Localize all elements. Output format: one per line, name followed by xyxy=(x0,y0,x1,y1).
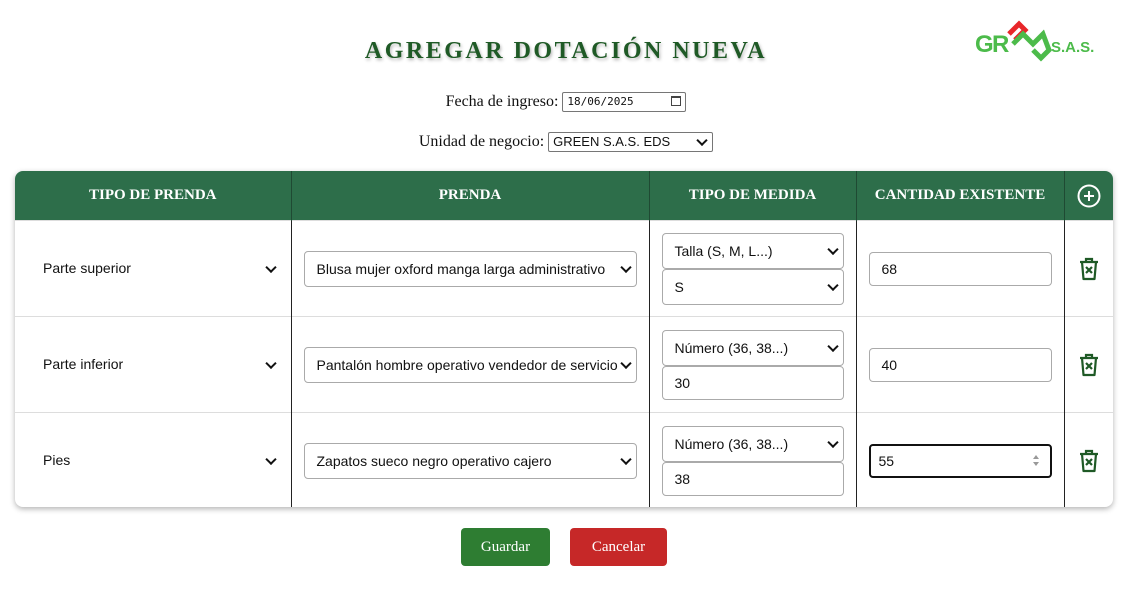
cancel-button[interactable]: Cancelar xyxy=(570,528,667,566)
unit-field-row: Unidad de negocio: GREEN S.A.S. EDS xyxy=(0,132,1132,152)
cell-medida: Talla (S, M, L...) S xyxy=(649,220,857,317)
chevron-down-icon xyxy=(826,340,839,352)
svg-text:R: R xyxy=(992,31,1009,58)
garment-select[interactable]: Pantalón hombre operativo vendedor de se… xyxy=(303,346,637,383)
cell-cantidad: 40 xyxy=(856,316,1065,413)
add-row-button[interactable] xyxy=(1064,171,1113,221)
unit-label: Unidad de negocio: xyxy=(418,132,545,150)
chevron-down-icon xyxy=(619,453,632,465)
trash-icon[interactable] xyxy=(1078,256,1100,282)
cell-medida: Número (36, 38...) 38 xyxy=(649,412,857,507)
date-label: Fecha de ingreso: xyxy=(445,92,559,110)
chevron-down-icon xyxy=(826,243,839,255)
cell-prenda: Zapatos sueco negro operativo cajero xyxy=(291,412,650,507)
cell-tipo: Pies xyxy=(15,412,292,507)
measure-type-select[interactable]: Número (36, 38...) xyxy=(661,425,844,462)
table-row: Pies Zapatos sueco negro operativo cajer… xyxy=(15,412,1113,507)
garment-type-select[interactable]: Pies xyxy=(15,442,281,479)
chevron-down-icon xyxy=(264,357,277,369)
cell-tipo: Parte inferior xyxy=(15,316,292,413)
trash-icon[interactable] xyxy=(1078,448,1100,474)
cell-medida: Número (36, 38...) 30 xyxy=(649,316,857,413)
garment-type-select[interactable]: Parte superior xyxy=(15,250,281,287)
column-header: CANTIDAD EXISTENTE xyxy=(856,171,1065,221)
cell-prenda: Pantalón hombre operativo vendedor de se… xyxy=(291,316,650,413)
chevron-down-icon xyxy=(264,261,277,273)
cell-tipo: Parte superior xyxy=(15,220,292,317)
quantity-input[interactable]: 55 xyxy=(868,443,1052,478)
dotacion-table: TIPO DE PRENDA PRENDA TIPO DE MEDIDA CAN… xyxy=(15,171,1113,507)
delete-row-button[interactable] xyxy=(1064,220,1113,317)
measure-type-select[interactable]: Número (36, 38...) xyxy=(661,329,844,366)
garment-type-select[interactable]: Parte inferior xyxy=(15,346,281,383)
measure-value-input[interactable]: 30 xyxy=(661,365,844,400)
chevron-down-icon xyxy=(826,279,839,291)
business-unit-select[interactable]: GREEN S.A.S. EDS xyxy=(548,132,714,152)
quantity-input[interactable]: 40 xyxy=(868,347,1052,382)
date-field-row: Fecha de ingreso: 18/06/2025 xyxy=(0,92,1132,112)
cell-cantidad: 68 xyxy=(856,220,1065,317)
chevron-down-icon xyxy=(619,357,632,369)
table-row: Parte inferior Pantalón hombre operativo… xyxy=(15,316,1113,413)
plus-circle-icon[interactable] xyxy=(1077,184,1101,208)
column-header: PRENDA xyxy=(291,171,650,221)
delete-row-button[interactable] xyxy=(1064,316,1113,413)
save-button[interactable]: Guardar xyxy=(461,528,550,566)
column-header: TIPO DE MEDIDA xyxy=(649,171,857,221)
quantity-input[interactable]: 68 xyxy=(868,251,1052,286)
svg-text:S.A.S.: S.A.S. xyxy=(1051,39,1094,56)
garment-select[interactable]: Blusa mujer oxford manga larga administr… xyxy=(303,250,637,287)
measure-value-select[interactable]: S xyxy=(661,268,844,305)
cell-prenda: Blusa mujer oxford manga larga administr… xyxy=(291,220,650,317)
measure-value-input[interactable]: 38 xyxy=(661,461,844,496)
measure-type-select[interactable]: Talla (S, M, L...) xyxy=(661,232,844,269)
table-row: Parte superior Blusa mujer oxford manga … xyxy=(15,220,1113,317)
chevron-down-icon xyxy=(826,436,839,448)
chevron-down-icon xyxy=(264,453,277,465)
column-header: TIPO DE PRENDA xyxy=(15,171,292,221)
garment-select[interactable]: Zapatos sueco negro operativo cajero xyxy=(303,442,637,479)
date-input[interactable]: 18/06/2025 xyxy=(562,92,687,112)
calendar-icon[interactable] xyxy=(671,96,682,106)
delete-row-button[interactable] xyxy=(1064,412,1113,507)
cell-cantidad: 55 xyxy=(856,412,1065,507)
chevron-down-icon xyxy=(696,134,708,147)
company-logo: G R S.A.S. xyxy=(975,20,1094,62)
trash-icon[interactable] xyxy=(1078,352,1100,378)
chevron-down-icon xyxy=(619,261,632,273)
svg-text:G: G xyxy=(975,31,994,58)
page-title: AGREGAR DOTACIÓN NUEVA xyxy=(364,38,768,64)
